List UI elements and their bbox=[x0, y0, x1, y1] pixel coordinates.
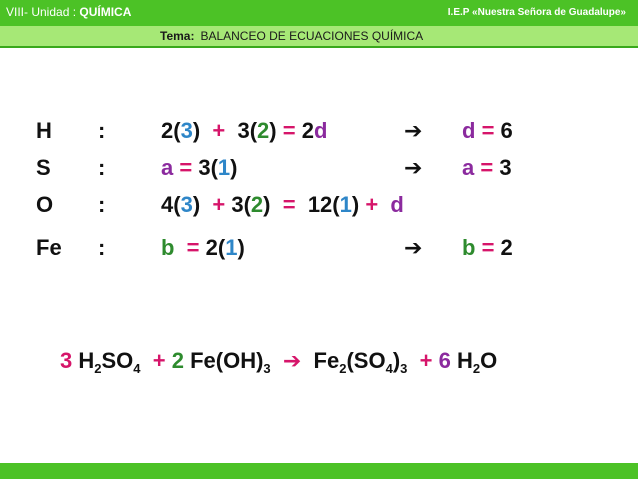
arrow-icon: ➔ bbox=[404, 118, 423, 143]
eq-text: 2( bbox=[161, 118, 181, 143]
element-symbol: S bbox=[36, 155, 51, 180]
eq-number: 2 bbox=[250, 192, 264, 217]
eq-text: ) bbox=[192, 118, 213, 143]
eq-text: 2 bbox=[295, 118, 314, 143]
arrow-icon: ➔ bbox=[270, 348, 314, 373]
eq-number: 1 bbox=[225, 235, 238, 260]
result-variable: d bbox=[462, 118, 476, 143]
eq-variable: b bbox=[161, 235, 175, 260]
eq-number: 1 bbox=[217, 155, 231, 180]
row-colon: : bbox=[98, 235, 106, 260]
unit-name: QUÍMICA bbox=[79, 5, 132, 19]
eq-operator: = bbox=[173, 155, 199, 180]
equation-row-s: S : a = 3(1) ➔ a = 3 bbox=[0, 155, 638, 185]
eq-text: ) bbox=[237, 235, 245, 260]
result: d = 6 bbox=[462, 118, 513, 144]
coefficient: 3 bbox=[60, 348, 73, 373]
formula-part: O bbox=[480, 348, 498, 373]
formula-part: Fe bbox=[313, 348, 340, 373]
plus-operator: + bbox=[407, 348, 439, 373]
row-colon: : bbox=[98, 155, 106, 180]
eq-text: ) bbox=[230, 155, 238, 180]
result: b = 2 bbox=[462, 235, 513, 261]
eq-operator: + bbox=[212, 118, 226, 143]
subscript: 3 bbox=[263, 361, 271, 376]
result-variable: a bbox=[462, 155, 475, 180]
result-value: 3 bbox=[499, 155, 512, 180]
header-bar: VIII- Unidad : QUÍMICA I.E.P «Nuestra Se… bbox=[0, 0, 638, 26]
row-colon: : bbox=[98, 118, 106, 143]
element-symbol: O bbox=[36, 192, 54, 217]
formula-part: (SO bbox=[346, 348, 386, 373]
footer-bar bbox=[0, 463, 638, 479]
eq-text: 3( bbox=[225, 118, 258, 143]
balance-equation: 2(3) + 3(2) = 2d bbox=[161, 118, 327, 144]
result-equals: = bbox=[475, 118, 501, 143]
result-equals: = bbox=[474, 155, 500, 180]
unit-title: VIII- Unidad : QUÍMICA bbox=[6, 5, 131, 19]
result: a = 3 bbox=[462, 155, 512, 181]
topic-text: BALANCEO DE ECUACIONES QUÍMICA bbox=[200, 29, 424, 43]
result-value: 6 bbox=[500, 118, 513, 143]
eq-number: 3 bbox=[180, 192, 193, 217]
formula-fe2so43: Fe2(SO4)3 bbox=[313, 348, 408, 376]
coefficient: 2 bbox=[171, 348, 184, 373]
eq-operator: = bbox=[282, 192, 296, 217]
eq-variable: d bbox=[390, 192, 404, 217]
eq-number: 2 bbox=[257, 118, 270, 143]
eq-operator: = bbox=[174, 235, 206, 260]
unit-prefix: VIII- Unidad : bbox=[6, 5, 77, 19]
eq-text: ) bbox=[192, 192, 213, 217]
coefficient: 6 bbox=[438, 348, 451, 373]
eq-text: 3( bbox=[198, 155, 218, 180]
formula-h2so4: H2SO4 bbox=[78, 348, 141, 376]
school-name: I.E.P «Nuestra Señora de Guadalupe» bbox=[447, 7, 626, 18]
eq-text: ) bbox=[269, 118, 283, 143]
eq-text: 12( bbox=[295, 192, 340, 217]
row-colon: : bbox=[98, 192, 106, 217]
formula-part: SO bbox=[101, 348, 134, 373]
eq-number: 1 bbox=[339, 192, 352, 217]
element-symbol: Fe bbox=[36, 235, 62, 260]
eq-text: 2( bbox=[205, 235, 226, 260]
formula-part: H bbox=[450, 348, 473, 373]
eq-variable: d bbox=[313, 118, 328, 143]
arrow-icon: ➔ bbox=[404, 235, 423, 260]
topic-label: Tema: bbox=[160, 29, 195, 43]
formula-h2o: H2O bbox=[450, 348, 498, 376]
eq-text bbox=[378, 192, 390, 217]
equation-row-fe: Fe : b = 2(1) ➔ b = 2 bbox=[0, 235, 638, 265]
equation-row-h: H : 2(3) + 3(2) = 2d ➔ d = 6 bbox=[0, 118, 638, 148]
plus-operator: + bbox=[140, 348, 172, 373]
result-equals: = bbox=[475, 235, 501, 260]
subscript: 4 bbox=[133, 361, 141, 376]
equation-row-o: O : 4(3) + 3(2) = 12(1) + d bbox=[0, 192, 638, 222]
eq-text: 4( bbox=[161, 192, 181, 217]
balance-equation: a = 3(1) bbox=[161, 155, 237, 181]
balance-equation: 4(3) + 3(2) = 12(1) + d bbox=[161, 192, 404, 218]
topic-title: Tema: BALANCEO DE ECUACIONES QUÍMICA bbox=[160, 29, 423, 43]
result-variable: b bbox=[462, 235, 476, 260]
eq-text: ) bbox=[351, 192, 366, 217]
formula-part: H bbox=[78, 348, 95, 373]
eq-variable: a bbox=[161, 155, 174, 180]
balance-equation: b = 2(1) bbox=[161, 235, 245, 261]
arrow-icon: ➔ bbox=[404, 155, 423, 180]
subscript: 4 bbox=[385, 361, 393, 376]
eq-number: 3 bbox=[180, 118, 193, 143]
subscript: 2 bbox=[472, 361, 481, 376]
balanced-equation: 3 H2SO4 + 2 Fe(OH)3 ➔ Fe2(SO4)3 + 6 H2O bbox=[60, 348, 498, 376]
formula-part: Fe(OH) bbox=[183, 348, 264, 373]
eq-operator: = bbox=[282, 118, 296, 143]
result-value: 2 bbox=[500, 235, 513, 260]
formula-feoh3: Fe(OH)3 bbox=[183, 348, 271, 376]
topic-bar: Tema: BALANCEO DE ECUACIONES QUÍMICA bbox=[0, 26, 638, 48]
element-symbol: H bbox=[36, 118, 52, 143]
eq-text: ) bbox=[263, 192, 283, 217]
eq-operator: + bbox=[365, 192, 379, 217]
eq-text: 3( bbox=[225, 192, 251, 217]
eq-operator: + bbox=[212, 192, 226, 217]
subscript: 2 bbox=[94, 361, 102, 376]
